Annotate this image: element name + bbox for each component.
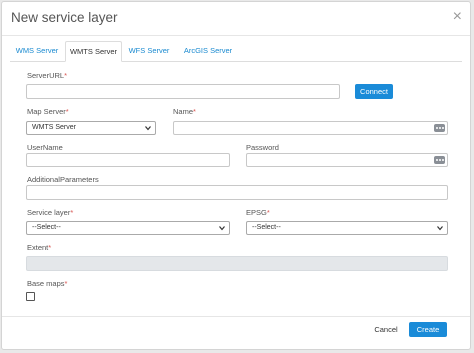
username-input[interactable] bbox=[26, 153, 230, 167]
additional-parameters-input[interactable] bbox=[26, 185, 448, 200]
epsg-label: EPSG* bbox=[246, 208, 270, 217]
chevron-down-icon bbox=[219, 226, 225, 231]
service-layer-label-text: Service layer bbox=[27, 208, 71, 217]
required-marker: * bbox=[64, 279, 68, 288]
service-layer-selected: --Select-- bbox=[32, 224, 61, 231]
tab-wfs-server[interactable]: WFS Server bbox=[124, 41, 174, 61]
map-server-selected: WMTS Server bbox=[32, 124, 76, 131]
password-dots-icon bbox=[434, 124, 445, 132]
dialog-title: New service layer bbox=[11, 10, 118, 25]
tab-wms-server[interactable]: WMS Server bbox=[10, 41, 64, 61]
server-type-tabs: WMS Server WMTS Server WFS Server ArcGIS… bbox=[10, 41, 462, 62]
cancel-button[interactable]: Cancel bbox=[368, 322, 404, 337]
extent-input bbox=[26, 256, 448, 271]
name-label-text: Name bbox=[173, 107, 194, 116]
required-marker: * bbox=[193, 107, 196, 116]
base-maps-label: Base maps* bbox=[27, 279, 67, 288]
epsg-label-text: EPSG bbox=[246, 208, 267, 217]
connect-button[interactable]: Connect bbox=[355, 84, 393, 99]
required-marker: * bbox=[70, 208, 74, 217]
epsg-select[interactable]: --Select-- bbox=[246, 221, 448, 235]
username-label: UserName bbox=[27, 143, 63, 152]
name-input[interactable] bbox=[173, 121, 448, 135]
password-dots-icon bbox=[434, 156, 445, 164]
additional-parameters-label: AdditionalParameters bbox=[27, 175, 99, 184]
name-label: Name* bbox=[173, 107, 196, 116]
epsg-selected: --Select-- bbox=[252, 224, 281, 231]
password-label: Password bbox=[246, 143, 279, 152]
chevron-down-icon bbox=[145, 126, 151, 131]
dialog-header: New service layer × bbox=[2, 2, 470, 36]
required-marker: * bbox=[48, 243, 52, 252]
new-service-layer-dialog: New service layer × WMS Server WMTS Serv… bbox=[1, 1, 471, 350]
map-server-label-text: Map Server bbox=[27, 107, 66, 116]
tab-arcgis-server[interactable]: ArcGIS Server bbox=[176, 41, 240, 61]
service-layer-label: Service layer* bbox=[27, 208, 73, 217]
service-layer-select[interactable]: --Select-- bbox=[26, 221, 230, 235]
create-button[interactable]: Create bbox=[409, 322, 447, 337]
chevron-down-icon bbox=[437, 226, 443, 231]
tab-wmts-server[interactable]: WMTS Server bbox=[65, 41, 122, 62]
required-marker: * bbox=[65, 107, 69, 116]
close-icon[interactable]: × bbox=[453, 9, 462, 25]
required-marker: * bbox=[266, 208, 270, 217]
password-input[interactable] bbox=[246, 153, 448, 167]
server-url-input[interactable] bbox=[26, 84, 340, 99]
server-url-label: ServerURL* bbox=[27, 71, 67, 80]
map-server-label: Map Server* bbox=[27, 107, 69, 116]
extent-label: Extent* bbox=[27, 243, 51, 252]
footer-divider bbox=[2, 316, 470, 317]
map-server-select[interactable]: WMTS Server bbox=[26, 121, 156, 135]
required-marker: * bbox=[64, 71, 68, 80]
extent-label-text: Extent bbox=[27, 243, 49, 252]
base-maps-label-text: Base maps bbox=[27, 279, 65, 288]
base-maps-checkbox[interactable] bbox=[26, 292, 35, 301]
server-url-label-text: ServerURL bbox=[27, 71, 65, 80]
